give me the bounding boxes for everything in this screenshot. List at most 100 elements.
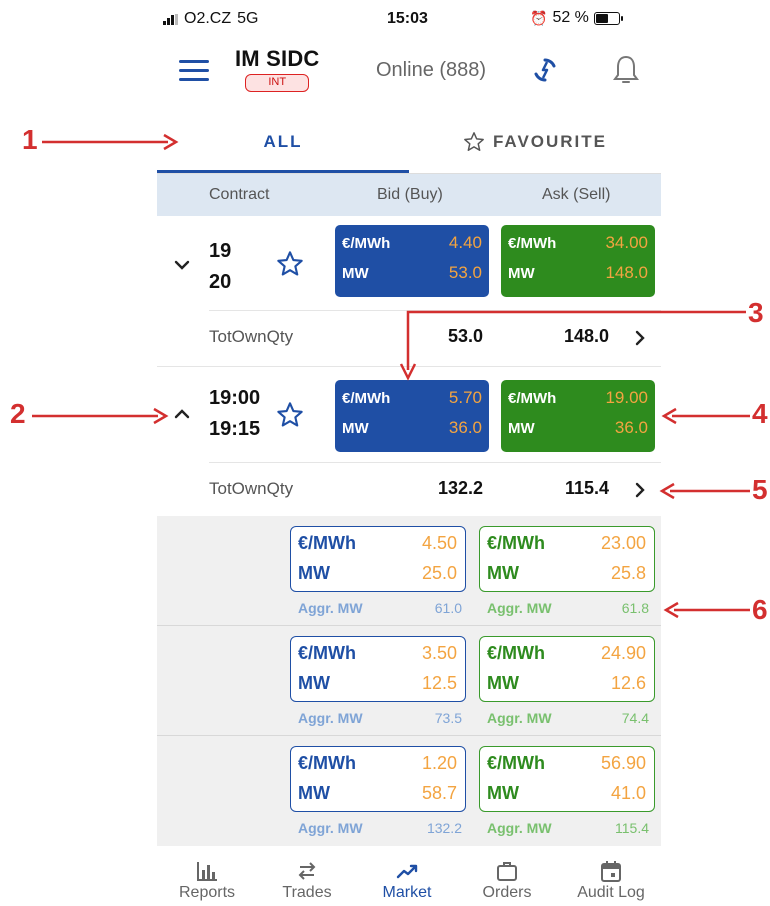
qty-unit: MW [342,420,369,437]
online-status: Online (888) [376,59,487,81]
bar-chart-icon [197,862,217,881]
nav-orders[interactable]: Orders [457,846,557,906]
notifications-bell-icon[interactable] [611,54,641,86]
battery-fill [595,13,609,23]
depth-bid-box[interactable]: €/MWh 3.50 MW 12.5 [290,636,466,702]
signal-icon [163,13,178,25]
battery-icon [593,11,623,25]
qty-unit: MW [298,563,330,583]
annotation-6: 6 [752,594,768,625]
battery-percent: 52 % [552,9,589,26]
depth-bid-qty: 25.0 [421,563,457,583]
contract-column-header: Contract [209,186,270,203]
contract-row[interactable]: 19 20 €/MWh 4.40 MW 53.0 €/MWh 34.00 MW … [157,216,661,310]
depth-ask-box[interactable]: €/MWh 24.90 MW 12.6 [479,636,655,702]
qty-unit: MW [342,265,369,282]
nav-reports[interactable]: Reports [157,846,257,906]
period-start: 19 [209,240,232,262]
nav-trades-label: Trades [282,884,332,901]
status-bar: O2.CZ 5G 15:03 ⏰ 52 % [157,0,661,36]
price-unit: €/MWh [487,753,545,773]
best-ask-box[interactable]: €/MWh 19.00 MW 36.0 [501,380,655,452]
depth-ask-qty: 41.0 [610,783,646,803]
ask-column-header: Ask (Sell) [542,186,611,203]
tab-favourite-label: FAVOURITE [492,132,608,151]
tab-favourite[interactable]: FAVOURITE [409,112,661,172]
period-start: 19:00 [209,387,261,409]
carrier-label: O2.CZ [184,10,232,27]
bid-price: 5.70 [448,388,482,407]
chevron-right-icon[interactable] [635,482,645,498]
app-title: IM SIDC [235,46,320,71]
bid-qty: 53.0 [448,263,482,282]
bid-price: 4.40 [448,233,482,252]
annotation-1: 1 [22,124,38,155]
price-unit: €/MWh [298,533,356,553]
favourite-star-icon[interactable] [276,401,304,429]
nav-market[interactable]: Market [357,846,457,906]
annotation-4: 4 [752,398,768,429]
depth-bid-qty: 12.5 [421,673,457,693]
annotation-arrow-6 [663,601,750,619]
depth-bid-price: 3.50 [421,643,457,663]
chevron-up-icon[interactable] [173,407,191,421]
aggr-bid-label: Aggr. MW [298,710,363,726]
sync-icon[interactable] [531,56,559,84]
status-right: ⏰ 52 % [530,9,623,27]
annotation-2: 2 [10,398,26,429]
best-bid-box[interactable]: €/MWh 4.40 MW 53.0 [335,225,489,297]
swap-arrows-icon [298,862,316,880]
nav-orders-label: Orders [482,884,532,901]
chevron-down-icon[interactable] [173,258,191,272]
aggr-ask-value: 74.4 [621,710,649,726]
annotation-arrow-1 [42,133,179,151]
price-unit: €/MWh [298,753,356,773]
tot-bid-qty: 132.2 [437,478,483,498]
depth-ask-price: 23.00 [600,533,646,553]
alarm-icon: ⏰ [530,9,548,26]
tot-ask-qty: 115.4 [564,478,609,498]
period-end: 19:15 [209,418,261,440]
depth-bid-price: 4.50 [421,533,457,553]
best-ask-box[interactable]: €/MWh 34.00 MW 148.0 [501,225,655,297]
star-outline-icon [464,132,484,151]
nav-reports-label: Reports [178,884,236,901]
contract-period: 19 20 [209,236,231,298]
menu-icon[interactable] [179,60,209,82]
nav-trades[interactable]: Trades [257,846,357,906]
tab-all[interactable]: ALL [157,112,409,172]
depth-bid-box[interactable]: €/MWh 1.20 MW 58.7 [290,746,466,812]
depth-bid-qty: 58.7 [421,783,457,803]
depth-ask-qty: 12.6 [610,673,646,693]
annotation-arrow-2 [32,407,169,425]
depth-ask-price: 24.90 [600,643,646,663]
nav-audit-log[interactable]: Audit Log [561,846,661,906]
price-unit: €/MWh [342,235,391,252]
depth-ask-box[interactable]: €/MWh 23.00 MW 25.8 [479,526,655,592]
favourite-star-icon[interactable] [276,250,304,278]
qty-unit: MW [487,783,519,803]
price-unit: €/MWh [487,643,545,663]
column-header: Contract Bid (Buy) Ask (Sell) [157,174,661,216]
aggr-ask-label: Aggr. MW [487,820,552,836]
annotation-arrow-3 [399,310,746,381]
depth-level: €/MWh 1.20 MW 58.7 €/MWh 56.90 MW 41.0 A… [157,736,661,846]
status-left: O2.CZ 5G [163,10,258,28]
period-end: 20 [209,271,232,293]
depth-bid-box[interactable]: €/MWh 4.50 MW 25.0 [290,526,466,592]
qty-unit: MW [487,563,519,583]
tot-own-qty-label: TotOwnQty [209,479,294,498]
tot-own-qty-row[interactable]: TotOwnQty 132.2 115.4 [209,462,661,514]
depth-ask-box[interactable]: €/MWh 56.90 MW 41.0 [479,746,655,812]
aggr-bid-value: 73.5 [434,710,462,726]
price-unit: €/MWh [508,235,557,252]
tab-bar: ALL FAVOURITE [157,112,661,174]
best-bid-box[interactable]: €/MWh 5.70 MW 36.0 [335,380,489,452]
price-unit: €/MWh [487,533,545,553]
phone-screen: O2.CZ 5G 15:03 ⏰ 52 % IM SIDC INT Online… [157,0,661,906]
aggr-bid-label: Aggr. MW [298,820,363,836]
price-unit: €/MWh [508,390,557,407]
price-unit: €/MWh [342,390,391,407]
aggr-ask-label: Aggr. MW [487,600,552,616]
qty-unit: MW [298,673,330,693]
